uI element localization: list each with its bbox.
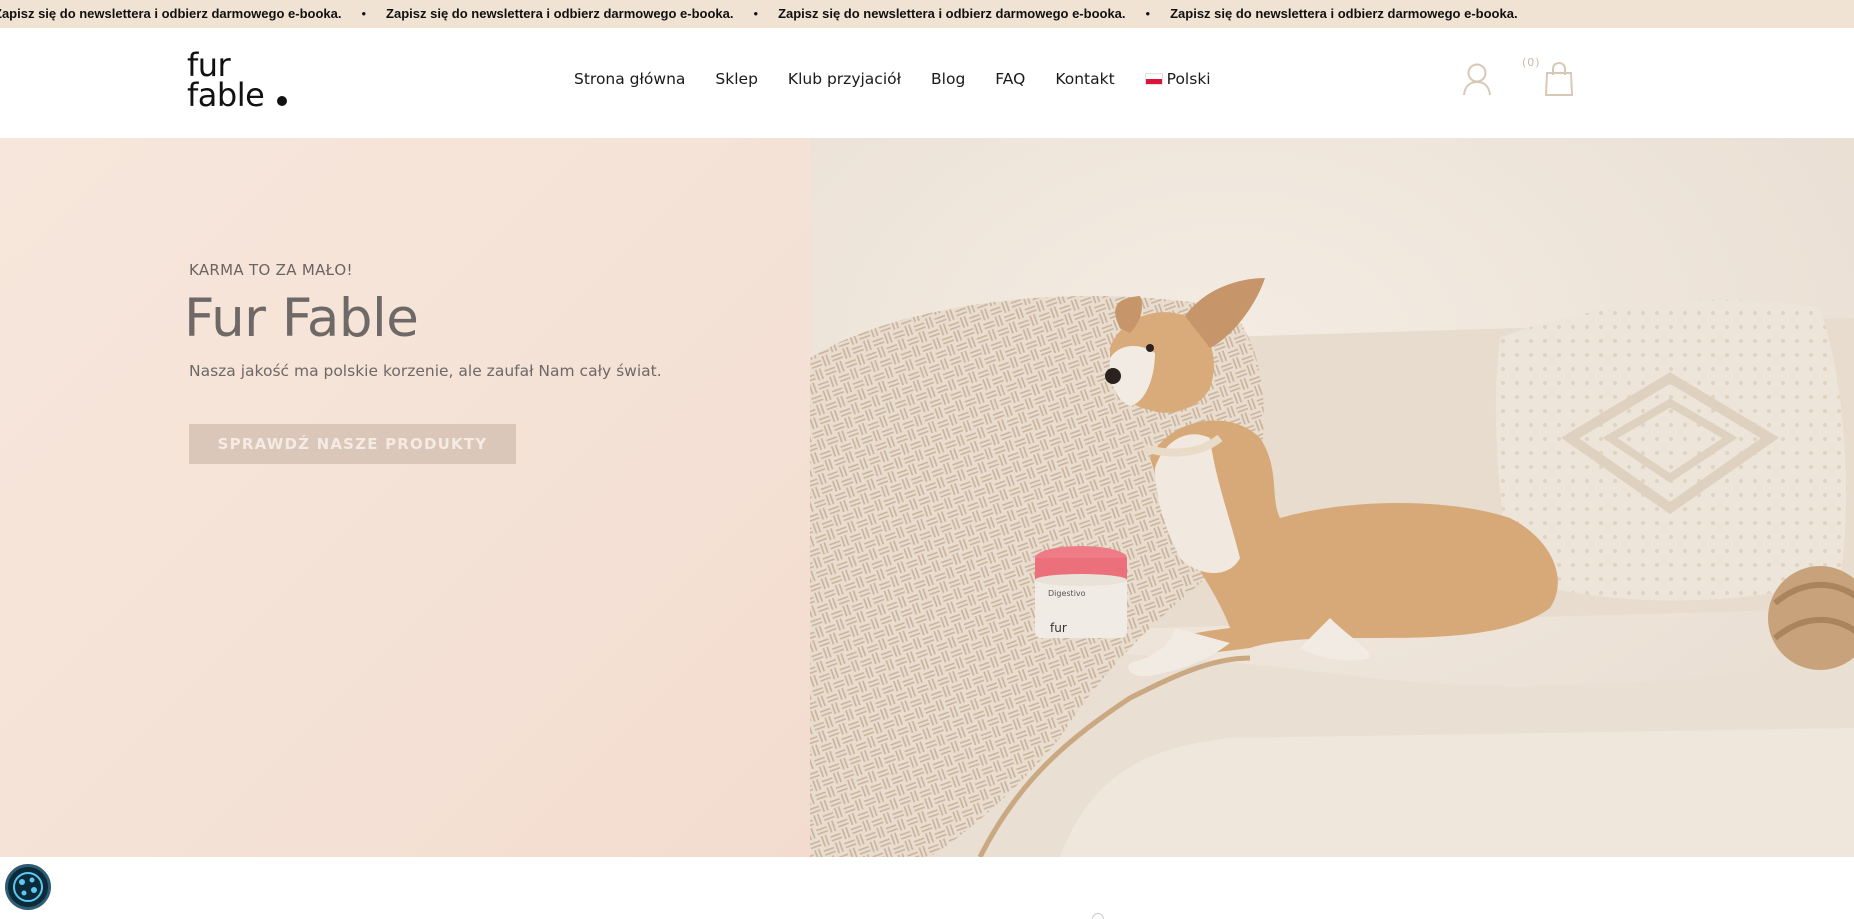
hero-title: Fur Fable [184,288,419,349]
scroll-indicator [1092,913,1104,919]
language-selector[interactable]: Polski [1144,70,1211,88]
below-fold-section [0,857,1854,916]
cookie-icon-glyph [13,872,43,902]
logo-mark-icon [277,96,287,106]
user-icon[interactable] [1462,62,1492,96]
cart-count-badge: (0) [1522,56,1541,69]
shop-products-button[interactable]: SPRAWDŹ NASZE PRODUKTY [189,424,516,464]
marquee-separator: • [361,6,367,21]
hero-section: KARMA TO ZA MAŁO! Fur Fable Nasza jakość… [0,138,1854,857]
dog-on-sofa-illustration: Digestivo fur [810,138,1854,857]
marquee-separator: • [1145,6,1151,21]
main-navigation: Strona główna Sklep Klub przyjaciół Blog… [574,70,1211,88]
marquee-separator: • [753,6,759,21]
hero-eyebrow: KARMA TO ZA MAŁO! [189,261,353,279]
language-label: Polski [1166,70,1211,88]
nav-item-friends-club[interactable]: Klub przyjaciół [788,70,901,88]
jar-brand-label: fur [1050,621,1067,635]
nav-item-contact[interactable]: Kontakt [1055,70,1114,88]
poland-flag-icon [1144,73,1163,85]
marquee-item[interactable]: Zapisz się do newslettera i odbierz darm… [1170,6,1517,21]
jar-product-name: Digestivo [1048,589,1086,598]
marquee-item[interactable]: Zapisz się do newslettera i odbierz darm… [0,6,341,21]
nav-item-home[interactable]: Strona główna [574,70,685,88]
fur-fable-logo[interactable]: fur fable [187,49,297,120]
marquee-item[interactable]: Zapisz się do newslettera i odbierz darm… [778,6,1125,21]
shopping-bag-icon[interactable] [1544,61,1574,97]
hero-text-panel: KARMA TO ZA MAŁO! Fur Fable Nasza jakość… [0,138,810,857]
marquee-track: Zapisz się do newslettera i odbierz darm… [0,6,1518,21]
nav-item-shop[interactable]: Sklep [715,70,758,88]
nav-item-blog[interactable]: Blog [931,70,965,88]
marquee-item[interactable]: Zapisz się do newslettera i odbierz darm… [386,6,733,21]
newsletter-marquee[interactable]: Zapisz się do newslettera i odbierz darm… [0,0,1854,28]
nav-item-faq[interactable]: FAQ [995,70,1025,88]
hero-image: Digestivo fur [810,138,1854,857]
site-header: fur fable Strona główna Sklep Klub przyj… [0,28,1854,138]
cookie-settings-icon[interactable] [5,864,51,910]
hero-subtitle: Nasza jakość ma polskie korzenie, ale za… [189,362,662,380]
